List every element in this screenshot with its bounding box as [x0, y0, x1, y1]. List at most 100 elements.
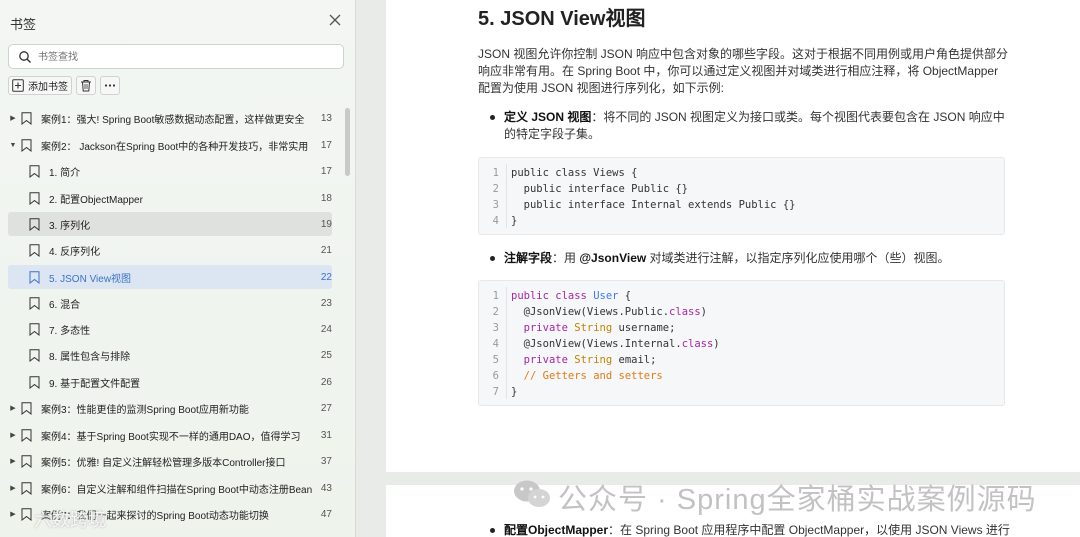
bookmark-page: 37 [320, 455, 332, 467]
bullet-configure-mapper: 配置ObjectMapper：在 Spring Boot 应用程序中配置 Obj… [490, 522, 1050, 537]
bookmark-item[interactable]: ▶ 案例5：优雅! 自定义注解轻松管理多版本Controller接口 37 [8, 449, 332, 473]
bullet-dot [490, 256, 495, 261]
search-icon [18, 50, 32, 69]
bookmark-label: 案例1：强大! Spring Boot敏感数据动态配置，这样做更安全 [41, 114, 305, 126]
trash-icon [81, 80, 91, 92]
bullet-bold: 配置ObjectMapper [504, 523, 609, 537]
bookmark-subitem-current[interactable]: 5. JSON View视图 22 [8, 265, 332, 289]
bookmark-page: 17 [320, 139, 332, 151]
close-icon[interactable] [327, 12, 343, 28]
watermark-text: 公众号 · Spring全家桶实战案例源码 [558, 484, 1037, 516]
bookmark-label: 案例5：优雅! 自定义注解轻松管理多版本Controller接口 [41, 457, 286, 469]
bookmark-icon [26, 164, 42, 178]
bookmark-item[interactable]: ▶ 案例4：基于Spring Boot实现不一样的通用DAO，值得学习 31 [8, 423, 332, 447]
bookmark-page: 17 [320, 165, 332, 177]
wechat-icon [512, 478, 552, 515]
bookmark-page: 43 [320, 482, 332, 494]
bookmark-item[interactable]: ▶ 案例6：自定义注解和组件扫描在Spring Boot中动态注册Bean 43 [8, 476, 332, 500]
bullet-annotate-fields: 注解字段：用 @JsonView 对域类进行注解，以指定序列化应使用哪个（些）视… [490, 250, 1010, 267]
expand-arrow-icon[interactable]: ▶ [8, 431, 18, 439]
bookmark-label: 5. JSON View视图 [49, 273, 132, 285]
bookmark-label: 案例3：性能更佳的监测Spring Boot应用新功能 [41, 404, 249, 416]
expand-arrow-icon[interactable]: ▶ [8, 404, 18, 412]
bullet-text: 对域类进行注解，以指定序列化应使用哪个（些）视图。 [646, 251, 950, 265]
bullet-dot [490, 115, 495, 120]
bookmark-icon [26, 243, 42, 257]
bookmark-item[interactable]: ▶ 案例1：强大! Spring Boot敏感数据动态配置，这样做更安全 13 [8, 106, 332, 130]
bullet-dot [490, 528, 495, 533]
code-block-views: 1 public class Views { 2 public interface… [478, 157, 1005, 235]
bookmark-subitem[interactable]: 4. 反序列化 21 [26, 238, 332, 262]
bookmark-label: 8. 属性包含与排除 [49, 351, 131, 363]
bookmark-icon [18, 454, 34, 468]
bookmark-label: 4. 反序列化 [49, 246, 101, 258]
bookmark-page: 23 [320, 297, 332, 309]
bookmark-page: 25 [320, 349, 332, 361]
intro-paragraph: JSON 视图允许你控制 JSON 响应中包含对象的哪些字段。这对于根据不同用例… [478, 47, 1009, 95]
collapse-arrow-icon[interactable]: ▼ [8, 142, 18, 149]
bookmark-label: 1. 简介 [49, 167, 81, 179]
bookmark-label: 案例2： Jackson在Spring Boot中的各种开发技巧，非常实用 [41, 141, 309, 153]
bookmark-icon [26, 322, 42, 336]
bookmark-page: 31 [320, 429, 332, 441]
bookmarks-panel: 书签 添加书签 ▶ 案例1：强大! Spring Boot敏感数据动态配置，这样… [0, 0, 356, 537]
bookmark-icon [18, 138, 34, 152]
code-gutter [506, 164, 507, 228]
bullet-define-views: 定义 JSON 视图：将不同的 JSON 视图定义为接口或类。每个视图代表要包含… [490, 109, 1010, 143]
bookmark-page: 47 [320, 508, 332, 520]
section-heading: 5. JSON View视图 [478, 8, 646, 30]
bullet-text: ：在 Spring Boot 应用程序中配置 ObjectMapper，以使用 … [608, 523, 1010, 537]
bookmark-page: 13 [320, 112, 332, 124]
bookmark-icon [26, 375, 42, 389]
bookmark-icon [18, 401, 34, 415]
expand-arrow-icon[interactable]: ▶ [8, 510, 18, 518]
add-bookmark-label: 添加书签 [28, 82, 68, 93]
bookmark-page: 18 [320, 192, 332, 204]
bookmark-icon [18, 481, 34, 495]
bookmark-label: 7. 多态性 [49, 325, 91, 337]
bookmark-label: 9. 基于配置文件配置 [49, 378, 141, 390]
bullet-text: ：用 [552, 251, 580, 265]
more-icon [104, 84, 116, 87]
bookmark-subitem[interactable]: 8. 属性包含与排除 25 [26, 343, 332, 367]
bookmark-icon [18, 111, 34, 125]
bookmark-search-input[interactable] [38, 49, 328, 65]
bookmark-icon [18, 507, 34, 521]
bookmark-subitem[interactable]: 2. 配置ObjectMapper 18 [26, 186, 332, 210]
bookmark-icon [18, 428, 34, 442]
expand-arrow-icon[interactable]: ▶ [8, 457, 18, 465]
add-bookmark-icon [12, 79, 24, 92]
bookmark-subitem[interactable]: 9. 基于配置文件配置 26 [26, 370, 332, 394]
add-bookmark-button[interactable]: 添加书签 [8, 76, 72, 95]
bookmark-icon [26, 348, 42, 362]
bookmark-page: 22 [320, 271, 332, 283]
bookmark-toolbar: 添加书签 [8, 76, 120, 96]
bookmark-page: 27 [320, 402, 332, 414]
bookmark-icon [26, 217, 42, 231]
code-gutter [506, 287, 507, 399]
bookmark-item[interactable]: ▶ 案例3：性能更佳的监测Spring Boot应用新功能 27 [8, 396, 332, 420]
bookmark-label: 案例4：基于Spring Boot实现不一样的通用DAO，值得学习 [41, 431, 301, 443]
bookmark-icon [26, 270, 42, 284]
expand-arrow-icon[interactable]: ▶ [8, 114, 18, 122]
bookmark-subitem[interactable]: 7. 多态性 24 [26, 317, 332, 341]
sidebar-scrollbar[interactable] [345, 108, 350, 176]
bookmark-item[interactable]: ▼ 案例2： Jackson在Spring Boot中的各种开发技巧，非常实用 … [8, 133, 332, 157]
bookmark-page: 21 [320, 244, 332, 256]
bookmark-label: 案例6：自定义注解和组件扫描在Spring Boot中动态注册Bean [41, 484, 313, 496]
bullet-bold: 注解字段 [504, 251, 553, 265]
corner-watermark: 六数跨境 [34, 510, 106, 530]
more-options-button[interactable] [100, 76, 120, 95]
bookmark-page: 24 [320, 323, 332, 335]
bookmark-page: 26 [320, 376, 332, 388]
bookmark-subitem[interactable]: 6. 混合 23 [26, 291, 332, 315]
bookmark-search-box[interactable] [8, 44, 344, 69]
bookmark-subitem[interactable]: 3. 序列化 19 [8, 212, 332, 236]
bookmark-subitem[interactable]: 1. 简介 17 [26, 159, 332, 183]
bookmark-icon [26, 191, 42, 205]
expand-arrow-icon[interactable]: ▶ [8, 484, 18, 492]
panel-title: 书签 [10, 17, 37, 32]
bookmark-label: 3. 序列化 [49, 220, 91, 232]
bookmark-icon [26, 296, 42, 310]
delete-bookmark-button[interactable] [76, 76, 96, 95]
